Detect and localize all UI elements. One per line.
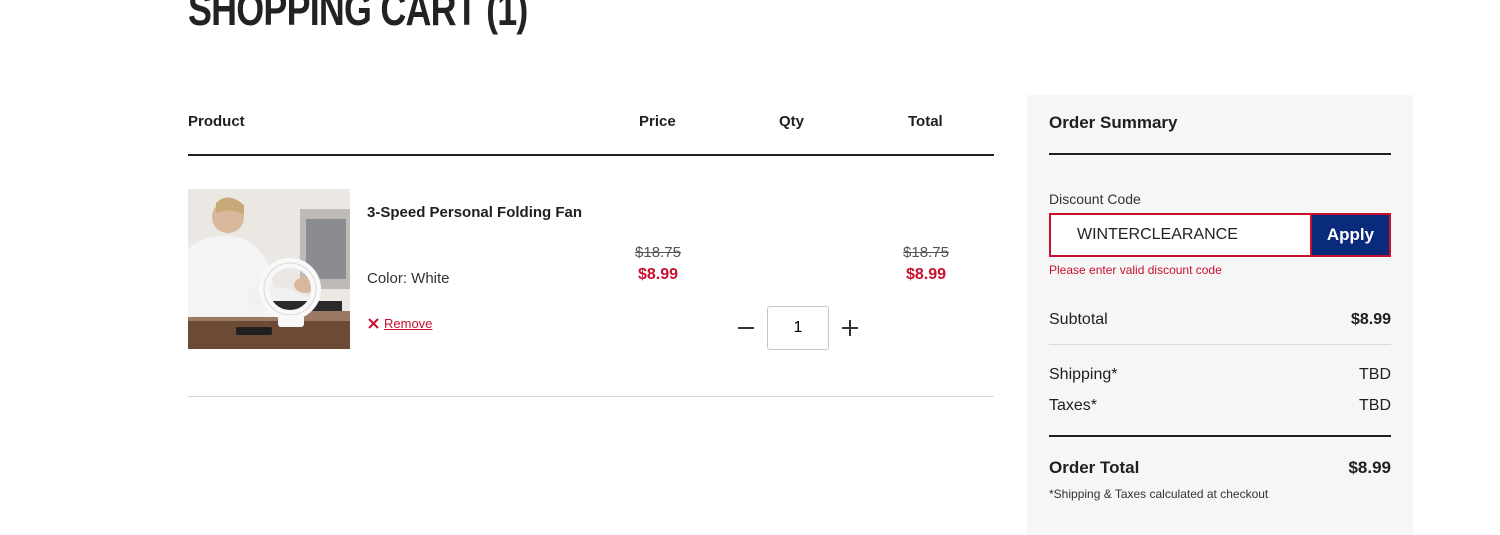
column-header-price: Price [639,113,676,130]
order-total-row: Order Total $8.99 [1049,458,1391,478]
product-color: Color: White [367,270,450,287]
page-title: SHOPPING CART (1) [188,0,528,35]
order-summary-panel: Order Summary Discount Code Apply Please… [1027,95,1413,535]
product-image[interactable] [188,189,350,349]
remove-item-link[interactable]: Remove [368,316,432,331]
column-header-qty: Qty [779,113,805,130]
discount-code-input[interactable] [1049,213,1310,257]
subtotal-value: $8.99 [1350,311,1391,328]
quantity-input[interactable] [767,306,829,350]
shipping-row: Shipping* TBD [1049,366,1391,384]
shipping-label: Shipping* [1049,366,1118,383]
summary-divider [1049,153,1391,155]
apply-discount-button[interactable]: Apply [1310,213,1391,257]
plus-icon [842,320,858,336]
original-price: $18.75 [635,244,681,261]
discount-code-form: Apply [1049,213,1391,257]
total-original-price: $18.75 [903,244,949,261]
total-cell: $18.75 $8.99 [876,244,976,284]
column-header-total: Total [908,113,943,130]
quantity-stepper [731,306,865,350]
shipping-taxes-footnote: *Shipping & Taxes calculated at checkout [1049,487,1269,501]
taxes-value: TBD [1359,397,1391,414]
order-total-value: $8.99 [1348,458,1391,477]
discount-error-message: Please enter valid discount code [1049,263,1222,277]
product-name[interactable]: 3-Speed Personal Folding Fan [367,200,587,226]
remove-label: Remove [384,316,433,331]
cart-item-row: 3-Speed Personal Folding Fan Color: Whit… [188,156,994,397]
increase-quantity-button[interactable] [835,320,865,336]
shipping-value: TBD [1359,366,1391,383]
column-header-product: Product [188,113,245,130]
taxes-row: Taxes* TBD [1049,397,1391,415]
sale-price: $8.99 [637,266,679,283]
order-total-label: Order Total [1049,458,1140,477]
taxes-label: Taxes* [1049,397,1098,414]
total-sale-price: $8.99 [905,266,947,283]
minus-icon [738,327,754,329]
price-cell: $18.75 $8.99 [608,244,708,284]
decrease-quantity-button[interactable] [731,320,761,336]
cart-header-row: Product Price Qty Total [188,96,994,156]
summary-thin-divider [1049,344,1391,345]
close-icon [368,318,379,329]
subtotal-row: Subtotal $8.99 [1049,311,1391,329]
cart-table: Product Price Qty Total 3-Speed Personal… [188,96,994,397]
discount-code-label: Discount Code [1049,191,1141,207]
subtotal-label: Subtotal [1049,311,1108,328]
order-total-divider [1049,435,1391,437]
product-photo [188,189,350,349]
order-summary-title: Order Summary [1049,113,1178,132]
